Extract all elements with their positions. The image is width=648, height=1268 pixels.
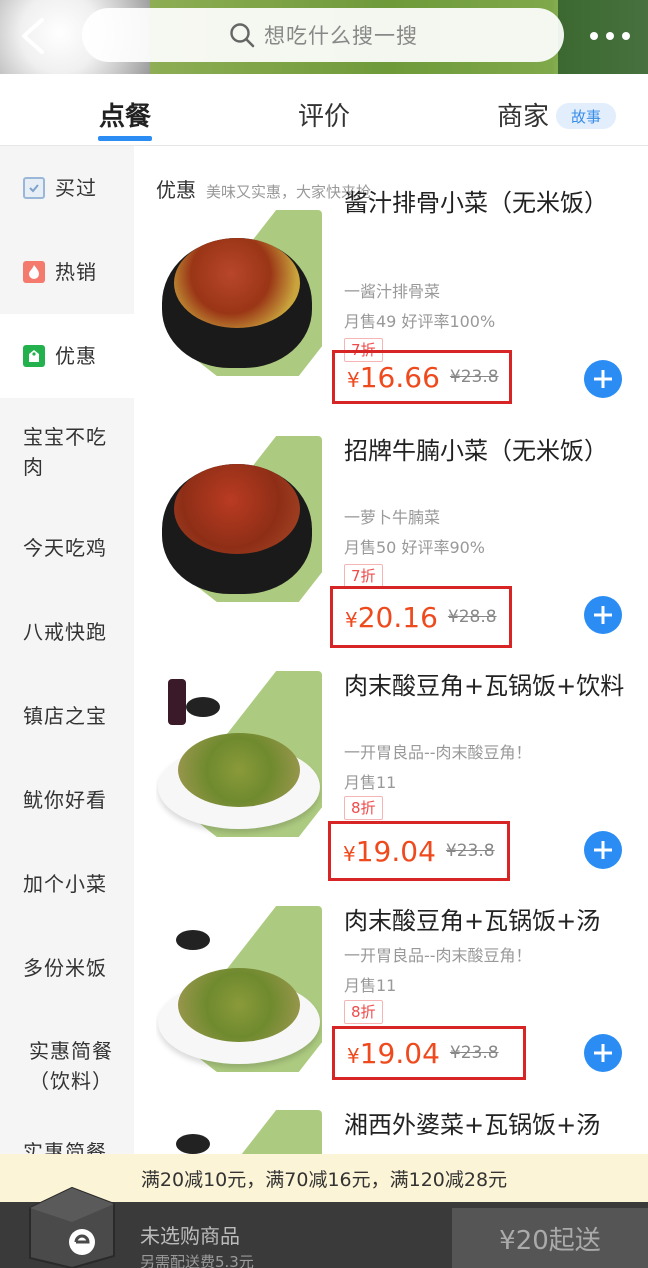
add-to-cart-button[interactable] [584, 360, 622, 398]
checkout-button[interactable]: ¥20起送 [452, 1208, 648, 1268]
item-sales: 月售50 好评率90% [344, 538, 486, 557]
dot-icon [606, 32, 614, 40]
list-item[interactable]: 湘西外婆菜+瓦锅饭+汤 [156, 1110, 636, 1156]
list-item[interactable]: 肉末酸豆角+瓦锅饭+汤 一开胃良品--肉末酸豆角！ 月售11 8折 ¥19.04… [156, 906, 636, 1106]
story-badge[interactable]: 故事 [556, 103, 616, 129]
sidebar-item-label: 买过 [55, 176, 97, 200]
original-price: ¥23.8 [449, 367, 499, 387]
item-name: 酱汁排骨小菜（无米饭） [344, 189, 608, 217]
price-highlight: ¥16.66 ¥23.8 [332, 350, 512, 404]
tab-merchant[interactable]: 商家 [497, 96, 549, 133]
food-image [156, 210, 322, 376]
search-placeholder: 想吃什么搜一搜 [264, 24, 418, 48]
sidebar-item-label: 加个小菜 [23, 872, 107, 896]
sidebar-item-extra-rice[interactable]: 多份米饭 [0, 926, 134, 1010]
sidebar-item-discount[interactable]: 优惠 [0, 314, 134, 398]
price-highlight: ¥20.16 ¥28.8 [330, 586, 512, 648]
current-price: ¥16.66 [347, 360, 440, 394]
original-price: ¥23.8 [445, 841, 495, 861]
sidebar-item-label: 宝宝不吃肉 [23, 425, 107, 479]
item-sales: 月售11 [344, 976, 397, 995]
plus-icon [594, 370, 612, 388]
dot-icon [590, 32, 598, 40]
sidebar-item-label: 今天吃鸡 [23, 536, 107, 560]
item-name: 湘西外婆菜+瓦锅饭+汤 [344, 1111, 601, 1139]
discount-badge: 8折 [344, 1000, 383, 1024]
current-price: ¥19.04 [347, 1036, 440, 1070]
price-highlight: ¥19.04 ¥23.8 [332, 1026, 526, 1080]
add-to-cart-button[interactable] [584, 1034, 622, 1072]
active-tab-indicator [98, 136, 152, 141]
discount-badge: 7折 [344, 564, 383, 588]
sidebar-item-squid[interactable]: 鱿你好看 [0, 758, 134, 842]
item-sales: 月售49 好评率100% [344, 312, 496, 331]
plus-icon [594, 606, 612, 624]
list-item[interactable]: 肉末酸豆角+瓦锅饭+饮料 一开胃良品--肉末酸豆角！ 月售11 8折 ¥19.0… [156, 671, 636, 881]
add-to-cart-button[interactable] [584, 831, 622, 869]
sidebar-item-label: 鱿你好看 [23, 788, 107, 812]
add-to-cart-button[interactable] [584, 596, 622, 634]
sidebar-item-label: 多份米饭 [23, 956, 107, 980]
cart-icon[interactable] [22, 1182, 120, 1268]
sidebar-item-signature[interactable]: 镇店之宝 [0, 674, 134, 758]
search-input[interactable]: 想吃什么搜一搜 [82, 8, 564, 62]
sidebar-item-bought[interactable]: 买过 [0, 146, 134, 230]
search-icon [230, 23, 255, 48]
food-image [156, 906, 322, 1072]
cart-summary: 未选购商品 另需配送费5.3元 [140, 1220, 254, 1268]
sidebar-item-vegetarian[interactable]: 宝宝不吃肉 [0, 398, 134, 506]
sidebar-item-set-meal-drink[interactable]: 实惠简餐（饮料） [0, 1010, 134, 1122]
tab-bar: 点餐 评价 商家 [0, 74, 648, 146]
sidebar-item-label: 镇店之宝 [23, 704, 107, 728]
food-image [156, 1110, 322, 1156]
list-item[interactable]: 酱汁排骨小菜（无米饭） 一酱汁排骨菜 月售49 好评率100% 7折 ¥16.6… [156, 189, 636, 410]
clipboard-icon [23, 177, 45, 199]
category-sidebar: 买过 热销 优惠 宝宝不吃肉 今天吃鸡 八戒快跑 镇店之宝 鱿你好看 加个小菜 … [0, 146, 134, 1164]
more-options-button[interactable] [590, 24, 630, 48]
current-price: ¥20.16 [345, 600, 438, 634]
item-description: 一开胃良品--肉末酸豆角！ [344, 946, 532, 965]
tab-order[interactable]: 点餐 [99, 96, 151, 133]
delivery-fee: 另需配送费5.3元 [140, 1253, 254, 1268]
sidebar-item-bajie[interactable]: 八戒快跑 [0, 590, 134, 674]
dot-icon [622, 32, 630, 40]
plus-icon [594, 1044, 612, 1062]
sidebar-item-side-dish[interactable]: 加个小菜 [0, 842, 134, 926]
sidebar-item-chicken[interactable]: 今天吃鸡 [0, 506, 134, 590]
current-price: ¥19.04 [343, 834, 436, 868]
item-description: 一酱汁排骨菜 [344, 282, 441, 301]
discount-badge: 8折 [344, 796, 383, 820]
flame-icon [23, 261, 45, 283]
item-description: 一萝卜牛腩菜 [344, 508, 441, 527]
sidebar-item-hot[interactable]: 热销 [0, 230, 134, 314]
menu-list: 优惠 美味又实惠，大家快来抢 酱汁排骨小菜（无米饭） 一酱汁排骨菜 月售49 好… [134, 146, 648, 1156]
original-price: ¥23.8 [449, 1043, 499, 1063]
item-name: 肉末酸豆角+瓦锅饭+饮料 [344, 672, 625, 700]
list-item[interactable]: 招牌牛腩小菜（无米饭） 一萝卜牛腩菜 月售50 好评率90% 7折 ¥20.16… [156, 436, 636, 648]
food-image [156, 671, 322, 837]
price-highlight: ¥19.04 ¥23.8 [328, 821, 510, 881]
tab-reviews[interactable]: 评价 [298, 96, 350, 133]
sidebar-item-label: 热销 [55, 260, 97, 284]
section-header: 优惠 美味又实惠，大家快来抢 [156, 174, 371, 203]
back-button[interactable] [14, 14, 54, 58]
sidebar-item-label: 实惠简餐（饮料） [29, 1039, 113, 1093]
food-image [156, 436, 322, 602]
item-name: 肉末酸豆角+瓦锅饭+汤 [344, 907, 601, 935]
item-name: 招牌牛腩小菜（无米饭） [344, 437, 608, 465]
section-title: 优惠 [156, 178, 196, 202]
sidebar-item-label: 八戒快跑 [23, 620, 107, 644]
cart-status: 未选购商品 [140, 1224, 240, 1248]
item-description: 一开胃良品--肉末酸豆角！ [344, 743, 532, 762]
plus-icon [594, 841, 612, 859]
item-sales: 月售11 [344, 773, 397, 792]
original-price: ¥28.8 [447, 607, 497, 627]
tag-icon [23, 345, 45, 367]
sidebar-item-label: 优惠 [55, 344, 97, 368]
chevron-left-icon [22, 18, 44, 54]
